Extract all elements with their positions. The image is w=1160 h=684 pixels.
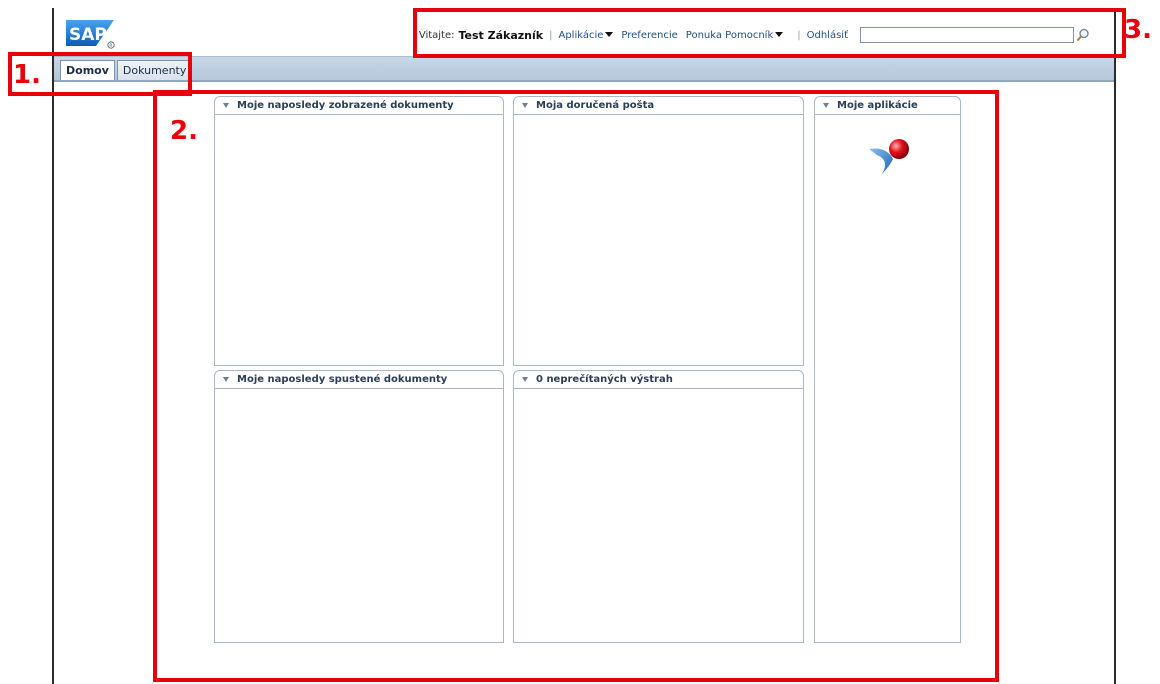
sap-logo[interactable]: SAP R <box>66 20 128 50</box>
annotation-box-2 <box>153 90 999 682</box>
annotation-number-2: 2. <box>170 116 198 146</box>
svg-text:R: R <box>109 43 112 49</box>
sap-logo-text: SAP <box>69 25 107 45</box>
annotation-number-3: 3. <box>1124 15 1152 45</box>
header-bar <box>54 56 1114 82</box>
annotation-box-3 <box>413 8 1126 58</box>
content-divider <box>54 80 1114 81</box>
annotation-number-1: 1. <box>13 60 41 90</box>
